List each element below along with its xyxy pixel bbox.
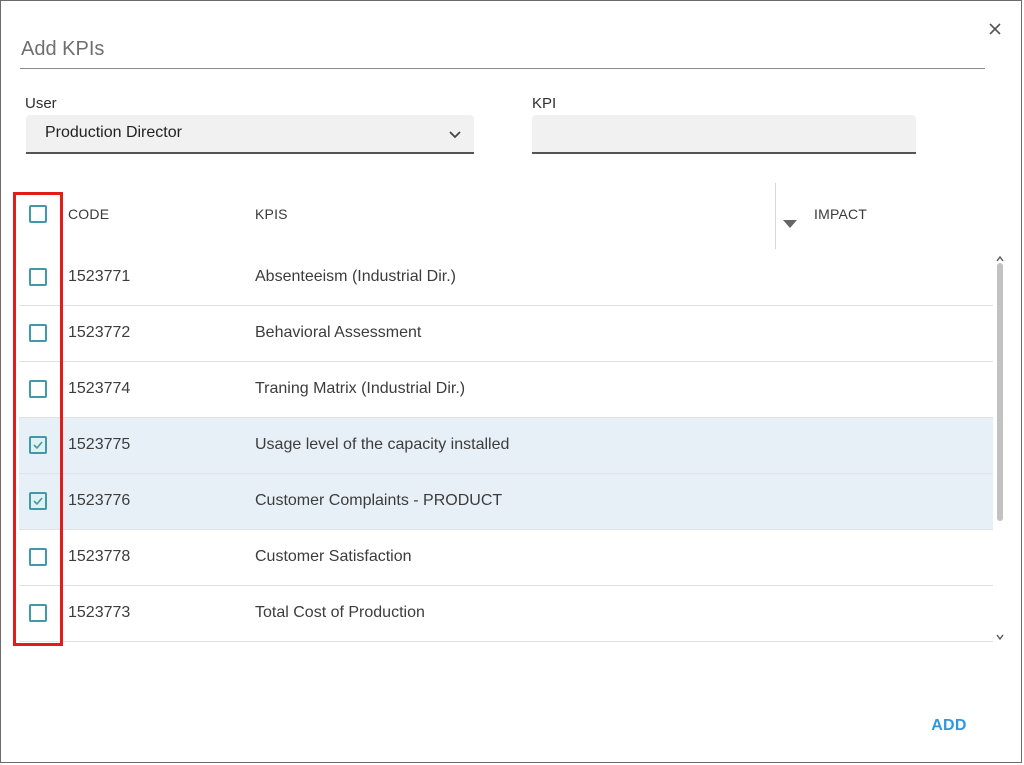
user-select-value: Production Director xyxy=(45,124,182,141)
table-row[interactable]: 1523771 Absenteeism (Industrial Dir.) xyxy=(19,250,993,306)
row-checkbox[interactable] xyxy=(29,492,47,510)
cell-code: 1523774 xyxy=(68,380,131,397)
cell-code: 1523776 xyxy=(68,492,131,509)
row-checkbox[interactable] xyxy=(29,436,47,454)
table-row[interactable]: 1523774 Traning Matrix (Industrial Dir.) xyxy=(19,362,993,418)
cell-code: 1523772 xyxy=(68,324,131,341)
sort-desc-icon[interactable] xyxy=(783,215,797,233)
table-row[interactable]: 1523776 Customer Complaints - PRODUCT xyxy=(19,474,993,530)
column-header-impact[interactable]: IMPACT xyxy=(814,206,867,222)
vertical-scrollbar[interactable] xyxy=(994,249,1008,644)
scrollbar-thumb[interactable] xyxy=(997,263,1003,521)
column-header-code[interactable]: CODE xyxy=(68,206,109,222)
add-kpis-dialog: Add KPIs User Production Director KPI CO… xyxy=(0,0,1022,763)
add-button[interactable]: ADD xyxy=(923,712,975,740)
chevron-down-icon xyxy=(448,127,462,145)
dialog-title: Add KPIs xyxy=(21,38,105,60)
kpi-label: KPI xyxy=(532,95,557,112)
cell-kpi: Traning Matrix (Industrial Dir.) xyxy=(255,380,466,397)
select-all-checkbox[interactable] xyxy=(29,205,47,223)
user-select[interactable]: Production Director xyxy=(26,115,474,154)
table-row[interactable]: 1523773 Total Cost of Production xyxy=(19,586,993,642)
close-icon[interactable] xyxy=(985,19,1005,39)
cell-kpi: Total Cost of Production xyxy=(255,604,425,621)
row-checkbox[interactable] xyxy=(29,548,47,566)
table-header: CODE KPIS IMPACT xyxy=(19,183,994,249)
cell-kpi: Customer Satisfaction xyxy=(255,548,412,565)
kpi-search-input[interactable] xyxy=(532,115,916,154)
row-checkbox[interactable] xyxy=(29,380,47,398)
dialog-title-bar: Add KPIs xyxy=(20,34,985,69)
checkmark-icon xyxy=(33,441,43,450)
column-header-kpis[interactable]: KPIS xyxy=(255,206,288,222)
kpi-list: 1523771 Absenteeism (Industrial Dir.) 15… xyxy=(19,250,993,642)
row-checkbox[interactable] xyxy=(29,604,47,622)
user-label: User xyxy=(25,95,57,112)
cell-code: 1523778 xyxy=(68,548,131,565)
table-row[interactable]: 1523772 Behavioral Assessment xyxy=(19,306,993,362)
cell-kpi: Usage level of the capacity installed xyxy=(255,436,510,453)
table-row[interactable]: 1523775 Usage level of the capacity inst… xyxy=(19,418,993,474)
cell-kpi: Absenteeism (Industrial Dir.) xyxy=(255,268,456,285)
column-divider xyxy=(775,183,776,249)
row-checkbox[interactable] xyxy=(29,268,47,286)
cell-code: 1523771 xyxy=(68,268,131,285)
cell-code: 1523775 xyxy=(68,436,131,453)
checkmark-icon xyxy=(33,497,43,506)
scroll-up-icon[interactable] xyxy=(995,251,1005,262)
cell-kpi: Customer Complaints - PRODUCT xyxy=(255,492,503,509)
cell-kpi: Behavioral Assessment xyxy=(255,324,422,341)
row-checkbox[interactable] xyxy=(29,324,47,342)
scroll-down-icon[interactable] xyxy=(995,629,1005,641)
table-row[interactable]: 1523778 Customer Satisfaction xyxy=(19,530,993,586)
cell-code: 1523773 xyxy=(68,604,131,621)
